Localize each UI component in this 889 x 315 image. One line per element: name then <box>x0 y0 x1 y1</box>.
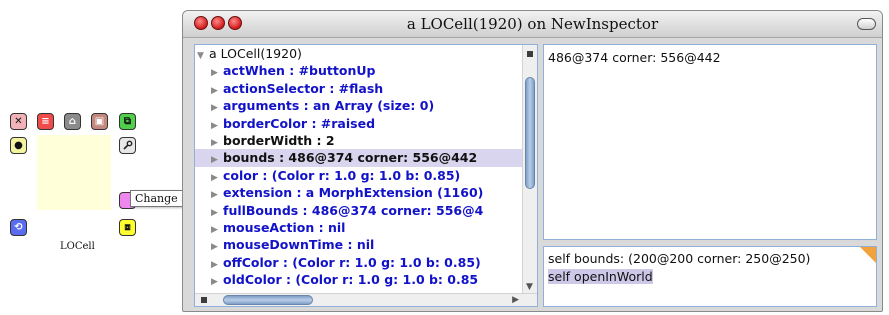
scroll-up-icon[interactable] <box>527 51 533 57</box>
scroll-down-icon[interactable]: ▼ <box>526 282 533 292</box>
field-list[interactable]: ▼ a LOCell(1920) ▶ actWhen : #buttonUp ▶ ac… <box>195 45 522 294</box>
field-label: extension : a MorphExtension (1160) <box>223 185 484 201</box>
field-label: borderColor : #raised <box>223 115 376 131</box>
field-row[interactable]: ▶ actWhen : #buttonUp <box>195 62 522 79</box>
field-row[interactable]: ▶ color : (Color r: 1.0 g: 1.0 b: 0.85) <box>195 167 522 184</box>
title-bar[interactable]: a LOCell(1920) on NewInspector <box>183 11 882 38</box>
value-text: 486@374 corner: 556@442 <box>548 50 721 65</box>
field-label: offColor : (Color r: 1.0 g: 1.0 b: 0.85) <box>223 254 481 270</box>
vertical-scroll-thumb[interactable] <box>525 77 535 189</box>
code-text[interactable]: self bounds: (200@200 corner: 250@250) s… <box>548 250 810 286</box>
disclosure-icon[interactable]: ▶ <box>211 274 223 291</box>
field-row[interactable]: ▶ oldColor : (Color r: 1.0 g: 1.0 b: 0.85 <box>195 271 522 288</box>
field-row[interactable]: ▶ actionSelector : #flash <box>195 80 522 97</box>
field-label: mouseAction : nil <box>223 219 346 235</box>
field-row[interactable]: ▶ borderWidth : 2 <box>195 132 522 149</box>
field-label: mouseDownTime : nil <box>223 237 375 253</box>
field-label: bounds : 486@374 corner: 556@442 <box>223 150 478 166</box>
field-row-selected[interactable]: ▶ bounds : 486@374 corner: 556@442 <box>195 149 522 167</box>
resize-icon[interactable]: ⧈ <box>119 219 136 236</box>
scroll-left-icon[interactable] <box>201 297 207 303</box>
value-pane[interactable]: 486@374 corner: 556@442 <box>543 44 877 240</box>
tree-root-label: a LOCell(1920) <box>209 46 302 61</box>
window-menu-button[interactable] <box>857 18 876 30</box>
field-row[interactable]: ▶ offColor : (Color r: 1.0 g: 1.0 b: 0.85… <box>195 254 522 271</box>
rotate-icon[interactable]: ⟲ <box>10 219 27 236</box>
field-row[interactable]: ▶ fullBounds : 486@374 corner: 556@4 <box>195 202 522 219</box>
code-pane[interactable]: self bounds: (200@200 corner: 250@250) s… <box>543 246 877 307</box>
horizontal-scroll-thumb[interactable] <box>223 295 313 305</box>
field-label: arguments : an Array (size: 0) <box>223 98 435 114</box>
field-label: oldColor : (Color r: 1.0 g: 1.0 b: 0.85 <box>223 272 479 288</box>
vertical-scrollbar[interactable]: ▼ <box>522 45 537 294</box>
field-label: actionSelector : #flash <box>223 80 384 96</box>
scroll-right-icon[interactable]: ▶ <box>512 295 519 305</box>
field-row[interactable]: ▶ mouseDownTime : nil <box>195 236 522 253</box>
horizontal-scrollbar[interactable]: ▶ <box>195 293 537 306</box>
locell-morph[interactable] <box>37 135 111 210</box>
inspector-window[interactable]: a LOCell(1920) on NewInspector ▼ a LOCell… <box>182 10 883 312</box>
close-icon[interactable]: ✕ <box>10 113 27 130</box>
code-line-2-selected: self openInWorld <box>548 269 653 284</box>
grab-icon[interactable]: ⌂ <box>64 113 81 130</box>
debug-icon[interactable]: ● <box>10 137 27 154</box>
field-label: actWhen : #buttonUp <box>223 63 376 79</box>
morph-label: LOCell <box>60 241 95 252</box>
tree-root[interactable]: ▼ a LOCell(1920) <box>195 45 522 62</box>
duplicate-icon[interactable]: ⧉ <box>119 113 136 130</box>
field-row[interactable]: ▶ mouseAction : nil <box>195 219 522 236</box>
field-label: color : (Color r: 1.0 g: 1.0 b: 0.85) <box>223 167 461 183</box>
code-line-1: self bounds: (200@200 corner: 250@250) <box>548 251 811 266</box>
move-icon[interactable]: ▣ <box>91 113 108 130</box>
accept-corner-icon[interactable] <box>860 247 876 263</box>
field-row[interactable]: ▶ extension : a MorphExtension (1160) <box>195 184 522 201</box>
field-row[interactable]: ▶ arguments : an Array (size: 0) <box>195 97 522 114</box>
field-label: borderWidth : 2 <box>223 132 335 148</box>
wrench-icon[interactable] <box>119 137 136 154</box>
field-label: fullBounds : 486@374 corner: 556@4 <box>223 202 484 218</box>
field-row[interactable]: ▶ borderColor : #raised <box>195 115 522 132</box>
field-tree-pane[interactable]: ▼ a LOCell(1920) ▶ actWhen : #buttonUp ▶ ac… <box>194 44 538 307</box>
window-title: a LOCell(1920) on NewInspector <box>406 15 659 33</box>
menu-icon[interactable]: ≡ <box>37 113 54 130</box>
